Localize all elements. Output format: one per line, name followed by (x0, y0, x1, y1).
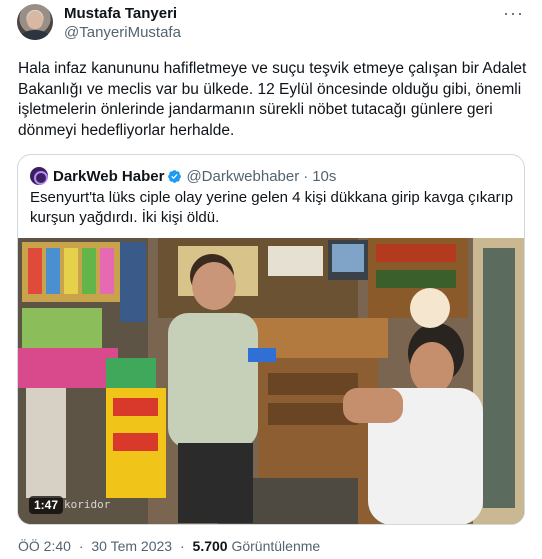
video-frame (18, 238, 524, 524)
views-count: 5.700 (192, 538, 228, 554)
views-label: Görüntülenme (231, 538, 321, 554)
profile-avatar[interactable] (17, 4, 53, 40)
quoted-separator: · (303, 167, 309, 185)
quoted-tweet[interactable]: DarkWeb Haber @Darkwebhaber · 10s Esenyu… (17, 154, 525, 525)
quoted-timestamp[interactable]: 10s (312, 168, 336, 185)
video-duration-badge: 1:47 (29, 496, 64, 514)
tweet-meta: ÖÖ 2:40 · 30 Tem 2023 · 5.700 Görüntülen… (18, 538, 320, 554)
quoted-tweet-header: DarkWeb Haber @Darkwebhaber · 10s (30, 166, 336, 186)
meta-separator-2: · (179, 538, 185, 554)
verified-icon (168, 169, 182, 183)
tweet-time[interactable]: ÖÖ 2:40 (18, 538, 71, 554)
tweet-date[interactable]: 30 Tem 2023 (91, 538, 172, 554)
author-handle[interactable]: @TanyeriMustafa (64, 23, 181, 42)
quoted-author-name[interactable]: DarkWeb Haber (53, 168, 164, 185)
quoted-tweet-text: Esenyurt'ta lüks ciple olay yerine gelen… (30, 189, 514, 226)
video-watermark: koridor (64, 498, 111, 511)
tweet-text: Hala infaz kanununu hafifletmeye ve suçu… (18, 60, 527, 139)
quoted-avatar[interactable] (30, 167, 48, 185)
quoted-author-handle[interactable]: @Darkwebhaber (186, 168, 299, 185)
author-name[interactable]: Mustafa Tanyeri (64, 4, 177, 23)
more-icon[interactable]: ··· (503, 4, 524, 22)
meta-separator: · (78, 538, 84, 554)
quoted-video[interactable]: 1:47 koridor (18, 238, 524, 524)
